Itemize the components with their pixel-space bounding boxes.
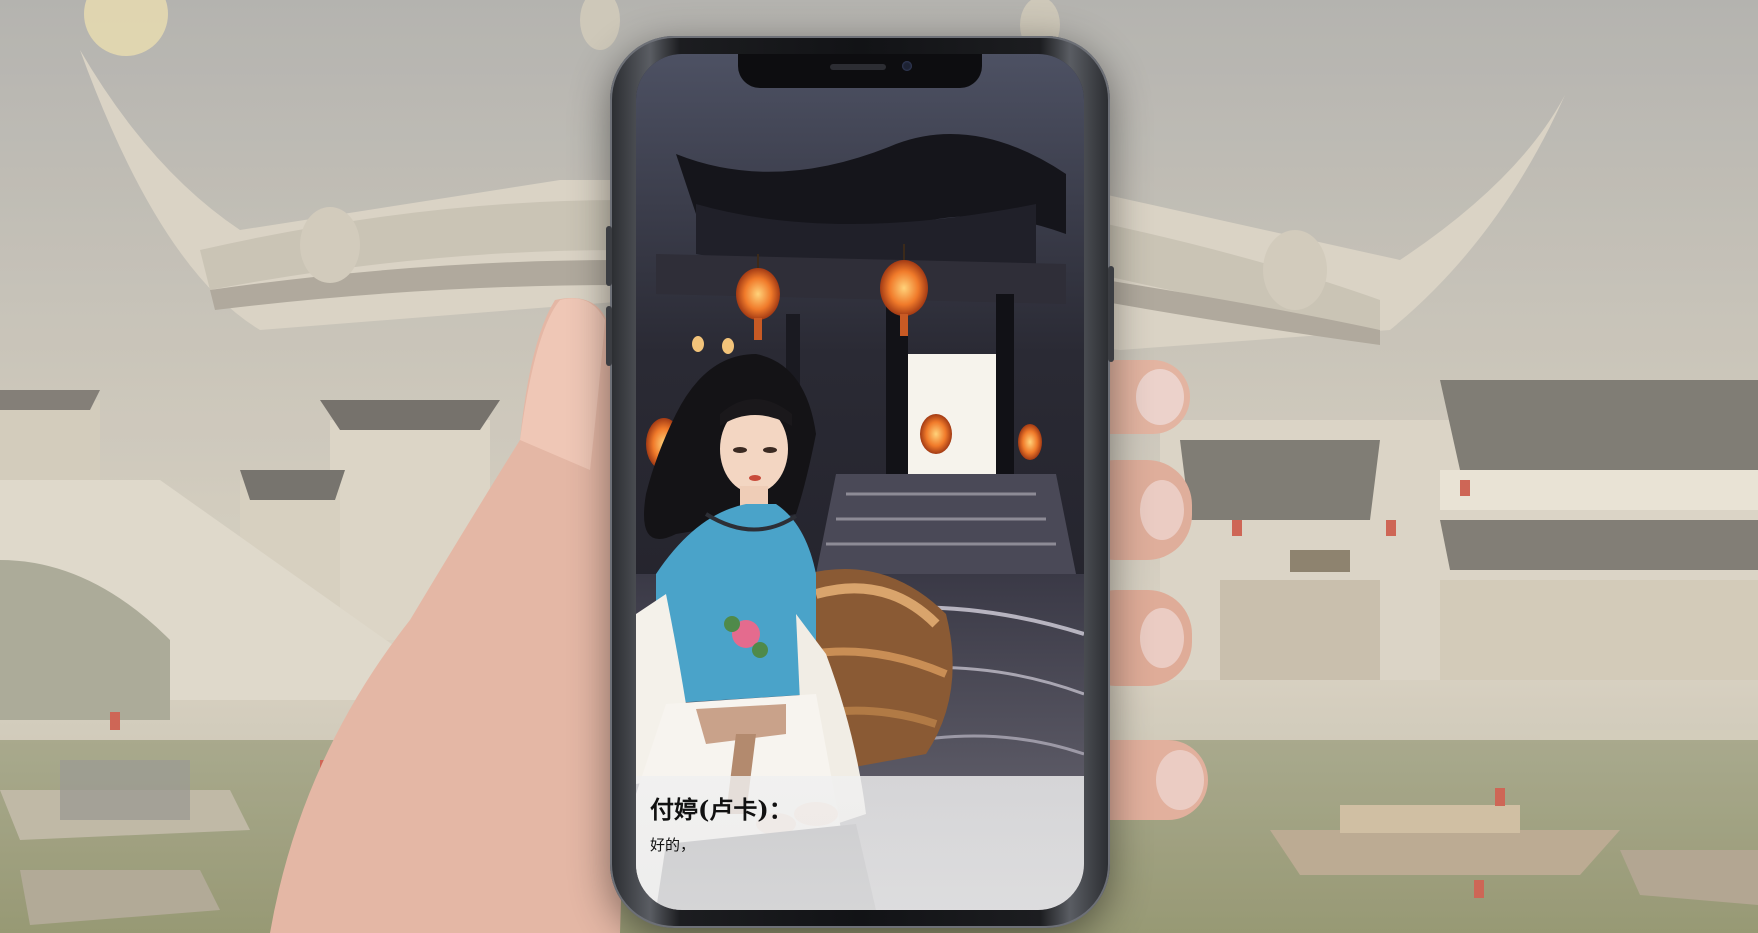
dialog-box[interactable]: 付婷(卢卡)： 好的， xyxy=(636,776,1084,910)
volume-down-button xyxy=(606,306,612,366)
front-camera-icon xyxy=(902,61,912,71)
smartphone: 付婷(卢卡)： 好的， xyxy=(606,36,1114,928)
notch xyxy=(738,54,982,88)
power-button xyxy=(1108,266,1114,362)
dialog-text: 好的， xyxy=(650,836,696,854)
phone-screen[interactable]: 付婷(卢卡)： 好的， xyxy=(636,54,1084,910)
stage: 付婷(卢卡)： 好的， xyxy=(0,0,1758,933)
speaker-name: 付婷(卢卡)： xyxy=(650,795,793,824)
speaker-grille-icon xyxy=(830,64,886,70)
volume-up-button xyxy=(606,226,612,286)
